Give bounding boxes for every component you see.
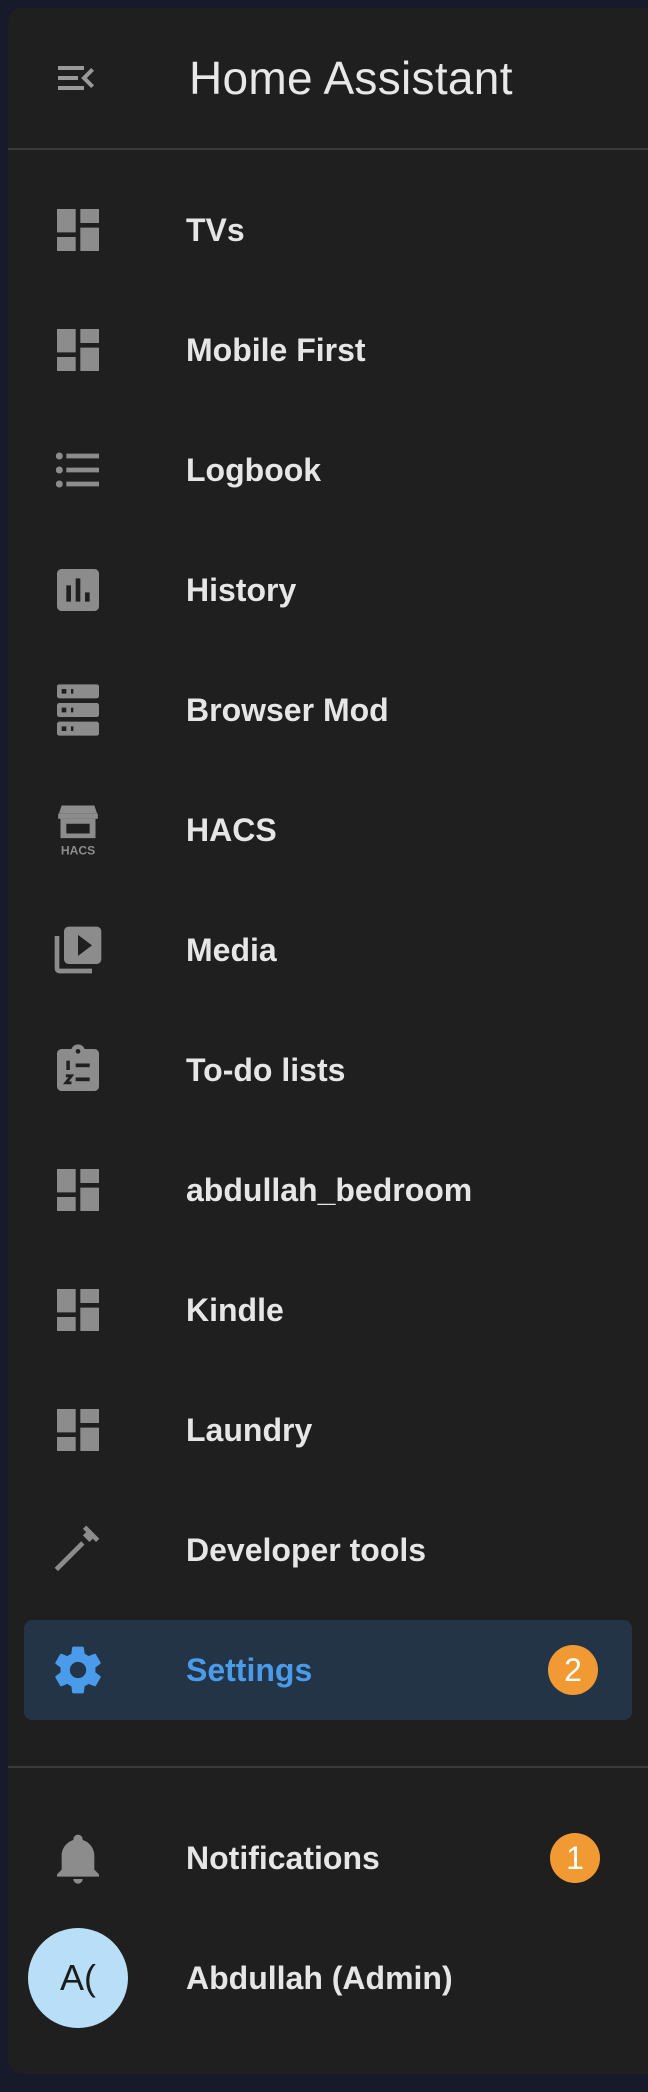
cog-icon — [50, 1642, 106, 1698]
sidebar-item-abdullah-bedroom[interactable]: abdullah_bedroom — [8, 1130, 648, 1250]
sidebar-item-kindle[interactable]: Kindle — [8, 1250, 648, 1370]
sidebar-item-tvs[interactable]: TVs — [8, 170, 648, 290]
dashboard-icon — [50, 1162, 106, 1218]
dashboard-icon — [50, 1402, 106, 1458]
server-icon — [50, 682, 106, 738]
sidebar-item-browser-mod[interactable]: Browser Mod — [8, 650, 648, 770]
sidebar-item-todo-lists[interactable]: To-do lists — [8, 1010, 648, 1130]
sidebar-item-label: Developer tools — [186, 1531, 427, 1568]
bell-icon — [50, 1830, 106, 1886]
sidebar-item-mobile-first[interactable]: Mobile First — [8, 290, 648, 410]
sidebar-item-notifications[interactable]: Notifications 1 — [8, 1798, 648, 1918]
sidebar-drawer: Home Assistant TVs Mobile First Logbook … — [8, 8, 648, 2074]
sidebar-item-label: Settings — [186, 1651, 313, 1688]
sidebar-item-settings[interactable]: Settings 2 — [24, 1620, 632, 1720]
sidebar-item-profile[interactable]: A( Abdullah (Admin) — [8, 1918, 648, 2038]
sidebar-nav: TVs Mobile First Logbook History Browser… — [8, 150, 648, 1720]
dashboard-icon — [50, 202, 106, 258]
collapse-menu-button[interactable] — [43, 45, 109, 111]
sidebar-item-label: Logbook — [186, 451, 322, 488]
hacs-icon: HACS — [50, 802, 106, 858]
menu-open-icon — [58, 66, 94, 90]
sidebar-item-label: Notifications — [186, 1839, 380, 1876]
sidebar-item-hacs[interactable]: HACS HACS — [8, 770, 648, 890]
sidebar-item-label: HACS — [186, 811, 277, 848]
sidebar-item-label: Browser Mod — [186, 691, 389, 728]
sidebar-divider — [8, 1766, 648, 1768]
sidebar-item-history[interactable]: History — [8, 530, 648, 650]
sidebar-item-label: Laundry — [186, 1411, 313, 1448]
avatar: A( — [28, 1928, 128, 2028]
sidebar-item-label: TVs — [186, 211, 245, 248]
clipboard-list-icon — [50, 1042, 106, 1098]
settings-notification-badge: 2 — [548, 1645, 598, 1695]
sidebar-item-media[interactable]: Media — [8, 890, 648, 1010]
sidebar-item-label: abdullah_bedroom — [186, 1171, 473, 1208]
svg-text:HACS: HACS — [61, 844, 95, 858]
sidebar-item-label: History — [186, 571, 297, 608]
sidebar-item-label: Mobile First — [186, 331, 366, 368]
sidebar-item-logbook[interactable]: Logbook — [8, 410, 648, 530]
notifications-badge: 1 — [550, 1833, 600, 1883]
format-list-bulleted-icon — [50, 442, 106, 498]
sidebar-item-label: To-do lists — [186, 1051, 346, 1088]
sidebar-footer: Notifications 1 A( Abdullah (Admin) — [8, 1798, 648, 2038]
dashboard-icon — [50, 322, 106, 378]
sidebar-item-developer-tools[interactable]: Developer tools — [8, 1490, 648, 1610]
sidebar-item-label: Kindle — [186, 1291, 284, 1328]
user-name: Abdullah (Admin) — [186, 1959, 453, 1996]
dashboard-icon — [50, 1282, 106, 1338]
sidebar-item-laundry[interactable]: Laundry — [8, 1370, 648, 1490]
sidebar-header: Home Assistant — [8, 8, 648, 150]
chart-box-icon — [50, 562, 106, 618]
sidebar-item-label: Media — [186, 931, 277, 968]
hammer-icon — [50, 1522, 106, 1578]
app-title: Home Assistant — [189, 52, 513, 104]
play-box-multiple-icon — [50, 922, 106, 978]
